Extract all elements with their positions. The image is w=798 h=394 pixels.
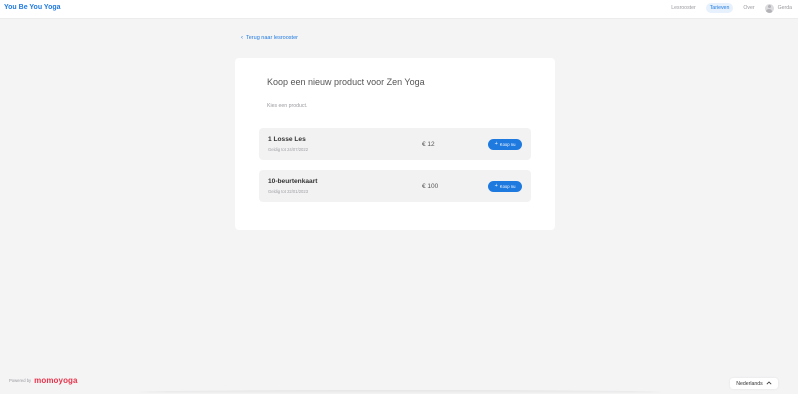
buy-button[interactable]: + Koop nu [488, 139, 522, 150]
product-price: € 12 [422, 141, 435, 148]
product-row: 1 Losse Les Geldig tot 24/07/2022 € 12 +… [259, 128, 531, 160]
product-row: 10-beurtenkaart Geldig tot 22/01/2023 € … [259, 170, 531, 202]
brand-logo[interactable]: You Be You Yoga [4, 4, 61, 11]
product-card: Koop een nieuw product voor Zen Yoga Kie… [235, 58, 555, 230]
card-subtitle: Kies een product. [267, 103, 308, 109]
nav-over[interactable]: Over [739, 3, 758, 13]
buy-button-label: Koop nu [499, 184, 516, 189]
language-label: Nederlands [736, 380, 763, 387]
product-name: 1 Losse Les [268, 136, 306, 143]
buy-button-label: Koop nu [499, 142, 516, 147]
card-title: Koop een nieuw product voor Zen Yoga [267, 77, 425, 87]
powered-by-label: Powered by [9, 378, 32, 383]
product-name: 10-beurtenkaart [268, 178, 318, 185]
language-selector[interactable]: Nederlands [730, 378, 778, 389]
nav-lesrooster[interactable]: Lesrooster [667, 3, 700, 13]
main-nav: Lesrooster Tarieven Over Gerda [667, 3, 792, 13]
chevron-left-icon: ‹ [241, 35, 243, 41]
plus-icon: + [494, 182, 498, 189]
nav-tarieven[interactable]: Tarieven [705, 3, 734, 13]
momoyoga-logo: momoyoga [34, 376, 78, 385]
avatar-icon [764, 3, 774, 13]
plus-icon: + [494, 140, 498, 147]
chevron-up-icon [766, 380, 772, 387]
powered-by[interactable]: Powered by momoyoga [9, 376, 78, 385]
top-bar: You Be You Yoga Lesrooster Tarieven Over… [0, 0, 798, 19]
back-link-label: Terug naar lesrooster [246, 35, 298, 41]
product-price: € 100 [422, 183, 439, 190]
buy-button[interactable]: + Koop nu [488, 181, 522, 192]
user-name: Gerda [777, 5, 792, 11]
user-menu[interactable]: Gerda [764, 3, 792, 13]
bottom-shadow [140, 390, 660, 394]
back-link[interactable]: ‹ Terug naar lesrooster [241, 35, 298, 41]
product-validity: Geldig tot 22/01/2023 [268, 189, 309, 194]
product-validity: Geldig tot 24/07/2022 [268, 147, 309, 152]
